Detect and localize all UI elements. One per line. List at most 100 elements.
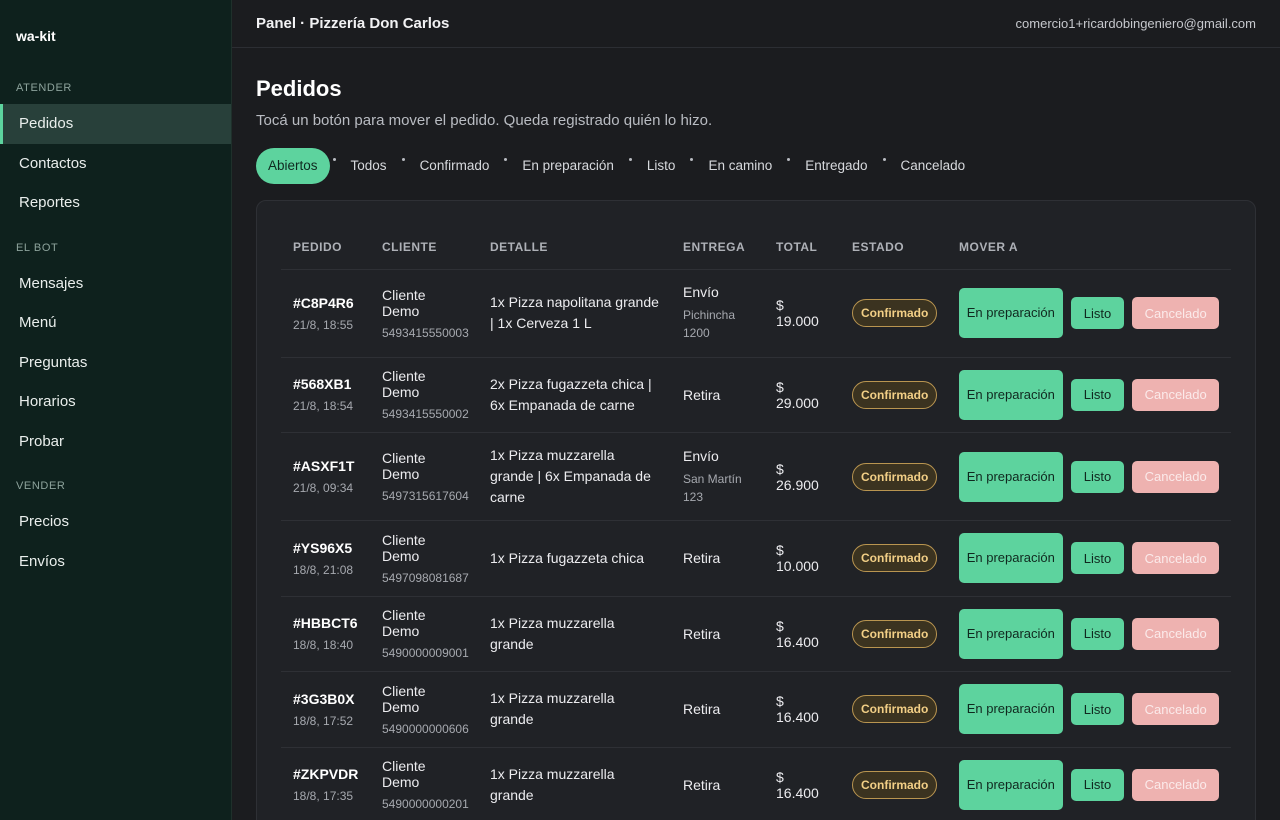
user-email[interactable]: comercio1+ricardobingeniero@gmail.com [1016,16,1256,31]
sidebar: wa-kit ATENDER Pedidos Contactos Reporte… [0,0,232,820]
move-to-en-preparacion-button[interactable]: En preparación [959,684,1063,735]
order-date: 21/8, 18:54 [293,399,354,414]
sidebar-item-horarios[interactable]: Horarios [0,382,231,422]
order-detail: 1x Pizza muzzarella grande [490,614,615,652]
order-id: #HBBCT6 [293,615,358,632]
filter-separator [332,158,336,161]
order-total: $ 16.400 [776,617,819,650]
order-detail: 1x Pizza muzzarella grande | 6x Empanada… [490,447,651,505]
move-to-en-preparacion-button[interactable]: En preparación [959,608,1063,659]
topbar-title: Panel · Pizzería Don Carlos [256,15,450,32]
move-to-listo-button[interactable]: Listo [1070,542,1125,575]
client-name: Cliente Demo [382,758,426,791]
delivery-type: Envío [683,284,719,300]
sidebar-section-atender: ATENDER [16,82,72,94]
sidebar-section-el-bot: EL BOT [16,241,59,254]
filter-abiertos[interactable]: Abiertos [256,148,330,184]
filter-listo[interactable]: Listo [635,148,688,184]
move-actions: En preparación Listo Cancelado [959,684,1219,735]
filter-separator [787,158,791,161]
filter-cancelado[interactable]: Cancelado [889,148,978,184]
order-detail: 1x Pizza muzzarella grande [490,690,615,728]
delivery-type: Retira [683,776,721,793]
client-phone: 5490000000606 [382,721,469,736]
move-to-cancelado-button[interactable]: Cancelado [1132,768,1219,801]
order-total: $ 10.000 [776,542,819,575]
filter-todos[interactable]: Todos [339,148,399,184]
column-header-mover-a: MOVER A [947,225,1231,270]
client-name: Cliente Demo [382,607,426,640]
move-actions: En preparación Listo Cancelado [959,533,1219,584]
page-subtitle: Tocá un botón para mover el pedido. Qued… [256,112,713,129]
move-to-en-preparacion-button[interactable]: En preparación [959,369,1063,420]
table-header-row: PEDIDO CLIENTE DETALLE ENTREGA TOTAL EST… [281,225,1231,270]
filter-entregado[interactable]: Entregado [793,148,879,184]
order-total: $ 16.400 [776,693,819,726]
move-to-listo-button[interactable]: Listo [1070,460,1125,493]
client-name: Cliente Demo [382,531,426,564]
table-row: #3G3B0X 18/8, 17:52 Cliente Demo 549000000… [281,671,1231,748]
delivery-address: Pichincha 1200 [683,308,736,340]
sidebar-item-envios[interactable]: Envíos [0,542,231,582]
sidebar-item-pedidos[interactable]: Pedidos [0,104,231,144]
order-date: 18/8, 17:52 [293,713,354,728]
move-to-cancelado-button[interactable]: Cancelado [1132,297,1219,329]
order-detail: 1x Pizza muzzarella grande [490,765,615,803]
sidebar-item-probar[interactable]: Probar [0,422,231,462]
move-to-cancelado-button[interactable]: Cancelado [1132,693,1219,726]
table-row: #YS96X5 18/8, 21:08 Cliente Demo 549709808… [281,520,1231,597]
order-id: #3G3B0X [293,690,355,707]
order-detail: 2x Pizza fugazzeta chica | 6x Empanada d… [490,375,652,413]
status-badge: Confirmado [852,770,938,799]
delivery-address: San Martín 123 [683,471,742,504]
app-root: wa-kit ATENDER Pedidos Contactos Reporte… [0,0,1280,820]
sidebar-item-precios[interactable]: Precios [0,502,231,542]
move-actions: En preparación Listo Cancelado [959,288,1219,338]
move-to-cancelado-button[interactable]: Cancelado [1132,378,1219,411]
brand-logo[interactable]: wa-kit [0,0,231,70]
move-to-listo-button[interactable]: Listo [1070,768,1125,801]
move-to-listo-button[interactable]: Listo [1070,693,1125,726]
move-to-en-preparacion-button[interactable]: En preparación [959,759,1063,810]
status-badge: Confirmado [852,299,938,327]
column-header-pedido: PEDIDO [281,225,370,270]
move-to-cancelado-button[interactable]: Cancelado [1132,460,1219,493]
move-to-listo-button[interactable]: Listo [1070,378,1125,411]
sidebar-item-mensajes[interactable]: Mensajes [0,264,231,304]
filter-separator [401,158,405,161]
sidebar-item-reportes[interactable]: Reportes [0,183,231,223]
column-header-entrega: ENTREGA [671,225,764,270]
order-date: 21/8, 18:55 [293,317,354,332]
table-row: #568XB1 21/8, 18:54 Cliente Demo 549341555… [281,357,1231,433]
table-row: #ZKPVDR 18/8, 17:35 Cliente Demo 549000000… [281,747,1231,820]
move-to-en-preparacion-button[interactable]: En preparación [959,451,1063,502]
client-name: Cliente Demo [382,368,426,401]
move-to-cancelado-button[interactable]: Cancelado [1132,617,1219,650]
delivery-type: Retira [683,550,721,567]
client-phone: 5490000000201 [382,797,469,812]
filter-separator [504,158,508,161]
move-to-listo-button[interactable]: Listo [1070,297,1125,329]
main-area: Panel · Pizzería Don Carlos comercio1+ri… [232,0,1280,820]
move-to-cancelado-button[interactable]: Cancelado [1132,542,1219,575]
move-actions: En preparación Listo Cancelado [959,759,1219,810]
page-title: Pedidos [256,76,342,101]
filter-en-camino[interactable]: En camino [696,148,784,184]
sidebar-item-menu[interactable]: Menú [0,303,231,343]
order-date: 21/8, 09:34 [293,481,354,495]
filter-confirmado[interactable]: Confirmado [408,148,502,184]
sidebar-item-contactos[interactable]: Contactos [0,144,231,184]
move-to-en-preparacion-button[interactable]: En preparación [959,533,1063,584]
status-badge: Confirmado [852,544,938,573]
move-to-listo-button[interactable]: Listo [1070,617,1125,650]
filter-en-preparacion[interactable]: En preparación [510,148,626,184]
order-id: #568XB1 [293,376,352,393]
client-phone: 5497315617604 [382,489,469,503]
sidebar-item-preguntas[interactable]: Preguntas [0,343,231,383]
orders-table: PEDIDO CLIENTE DETALLE ENTREGA TOTAL EST… [281,225,1231,820]
sidebar-section-vender: VENDER [16,480,66,492]
move-to-en-preparacion-button[interactable]: En preparación [959,288,1063,338]
status-badge: Confirmado [852,695,938,724]
delivery-type: Retira [683,701,721,718]
filter-separator [628,158,632,161]
